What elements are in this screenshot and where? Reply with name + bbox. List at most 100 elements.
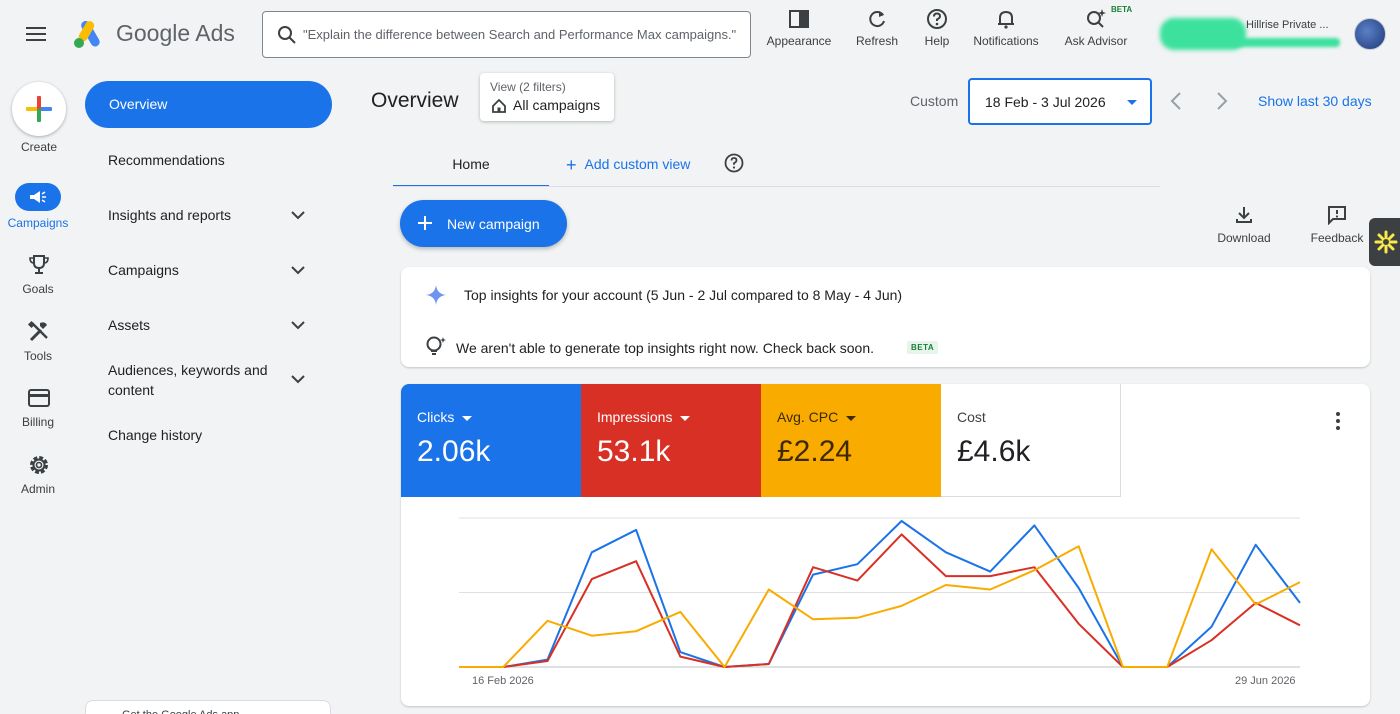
chart-series-line-1 <box>459 520 1301 668</box>
appearance-icon <box>789 10 809 28</box>
caret-down-icon <box>846 415 857 421</box>
x-axis-end-label: 29 Jun 2026 <box>1235 675 1296 687</box>
top-bar: Google Ads "Explain the difference betwe… <box>0 0 1400 68</box>
rail-billing-label: Billing <box>21 415 54 429</box>
metric-value: £4.6k <box>957 435 1031 468</box>
view-filter-value: All campaigns <box>513 97 601 113</box>
caret-down-icon <box>1127 100 1137 105</box>
help-circle-icon[interactable] <box>724 153 744 173</box>
side-panel-tab[interactable] <box>1369 218 1400 266</box>
metric-tile-cost[interactable]: Cost £4.6k <box>941 384 1121 497</box>
insights-title: Top insights for your account (5 Jun - 2… <box>464 287 903 303</box>
chevron-down-icon[interactable] <box>290 320 306 330</box>
logo-text: Google Ads <box>116 20 235 46</box>
create-button[interactable] <box>12 82 66 136</box>
download-button[interactable]: Download <box>1212 205 1276 245</box>
trophy-icon[interactable] <box>26 252 52 278</box>
lightbulb-icon <box>426 336 446 355</box>
x-axis-start-label: 16 Feb 2026 <box>472 675 534 687</box>
rail-goals-label: Goals <box>22 282 54 296</box>
megaphone-icon <box>30 191 46 203</box>
refresh-icon <box>869 11 885 28</box>
metric-tile-avg-cpc[interactable]: Avg. CPC £2.24 <box>761 384 941 497</box>
date-mode-label: Custom <box>910 93 959 109</box>
chevron-down-icon[interactable] <box>290 374 306 384</box>
notifications-label: Notifications <box>973 34 1039 48</box>
sparkle-icon <box>426 285 446 305</box>
plus-icon: + <box>566 155 577 175</box>
create-label: Create <box>20 140 58 154</box>
view-filter-label: View (2 filters) <box>490 80 566 94</box>
metric-value: 2.06k <box>417 435 491 468</box>
help-icon <box>927 9 947 29</box>
new-campaign-button[interactable]: New campaign <box>400 200 567 247</box>
insights-message: We aren't able to generate top insights … <box>456 340 874 356</box>
feedback-button[interactable]: Feedback <box>1306 205 1368 245</box>
rail-tools-label: Tools <box>23 349 52 363</box>
appearance-label: Appearance <box>766 34 832 48</box>
notifications-button[interactable]: Notifications <box>968 8 1044 48</box>
google-ads-logo <box>74 21 100 48</box>
metric-label: Avg. CPC <box>777 409 839 425</box>
date-range-value: 18 Feb - 3 Jul 2026 <box>985 94 1106 110</box>
add-custom-view-label: Add custom view <box>584 156 691 172</box>
sidebar-item-overview[interactable]: Overview <box>85 81 332 128</box>
beta-badge: BETA <box>907 341 939 354</box>
refresh-button[interactable]: Refresh <box>852 8 902 48</box>
feedback-label: Feedback <box>1310 231 1364 245</box>
page-title: Overview <box>371 89 459 112</box>
advisor-icon <box>1087 9 1106 28</box>
metric-label: Impressions <box>597 409 673 425</box>
feedback-icon <box>1328 206 1346 225</box>
refresh-label: Refresh <box>855 34 899 48</box>
metric-label: Clicks <box>417 409 455 425</box>
tab-home[interactable]: Home <box>393 143 549 187</box>
help-button[interactable]: Help <box>920 8 954 48</box>
appearance-button[interactable]: Appearance <box>764 8 834 48</box>
new-campaign-label: New campaign <box>447 216 540 232</box>
sidebar-item-change-history[interactable]: Change history <box>108 425 328 445</box>
bell-icon <box>998 10 1014 29</box>
metric-value: 53.1k <box>597 435 671 468</box>
plus-icon <box>418 216 432 230</box>
download-label: Download <box>1217 231 1271 245</box>
search-icon <box>278 26 296 44</box>
gear-icon[interactable] <box>26 452 52 478</box>
ask-advisor-beta-badge: BETA <box>1111 5 1133 14</box>
more-vert-icon[interactable] <box>1333 411 1343 431</box>
tools-icon[interactable] <box>26 319 52 345</box>
performance-card: Clicks 2.06k Impressions 53.1k Avg. CPC … <box>401 384 1370 706</box>
sidebar-item-label: Overview <box>109 96 168 112</box>
sidebar-item-recommendations[interactable]: Recommendations <box>108 150 328 170</box>
chevron-left-icon[interactable] <box>1168 90 1184 112</box>
app-promo-banner[interactable]: Get the Google Ads app <box>85 700 331 714</box>
search-input[interactable]: "Explain the difference between Search a… <box>262 11 751 58</box>
tab-divider <box>393 186 1160 187</box>
date-range-picker[interactable]: 18 Feb - 3 Jul 2026 <box>968 78 1152 125</box>
ask-advisor-button[interactable]: Ask Advisor <box>1060 8 1132 48</box>
metric-tile-clicks[interactable]: Clicks 2.06k <box>401 384 581 497</box>
metric-tile-impressions[interactable]: Impressions 53.1k <box>581 384 761 497</box>
show-last-30-days-link[interactable]: Show last 30 days <box>1258 93 1372 109</box>
performance-chart <box>459 517 1301 668</box>
card-icon[interactable] <box>26 385 52 411</box>
rail-admin-label: Admin <box>20 482 55 496</box>
chevron-right-icon[interactable] <box>1214 90 1230 112</box>
download-icon <box>1236 207 1252 223</box>
caret-down-icon <box>462 415 473 421</box>
home-icon <box>492 98 506 113</box>
sunburst-icon <box>1374 230 1398 254</box>
caret-down-icon <box>680 415 691 421</box>
rail-campaigns-button[interactable] <box>15 183 61 211</box>
add-custom-view-button[interactable]: + Add custom view <box>566 155 690 176</box>
menu-icon[interactable] <box>26 24 50 44</box>
account-name[interactable]: Hillrise Private ... <box>1246 19 1329 31</box>
top-insights-card: Top insights for your account (5 Jun - 2… <box>401 267 1370 367</box>
metric-label: Cost <box>957 409 986 425</box>
chevron-down-icon[interactable] <box>290 210 306 220</box>
sidebar-item-audiences[interactable]: Audiences, keywords and content <box>108 360 288 400</box>
avatar[interactable] <box>1354 18 1386 50</box>
view-filter-selector[interactable]: View (2 filters) All campaigns <box>480 73 614 121</box>
chevron-down-icon[interactable] <box>290 265 306 275</box>
metric-value: £2.24 <box>777 435 853 468</box>
